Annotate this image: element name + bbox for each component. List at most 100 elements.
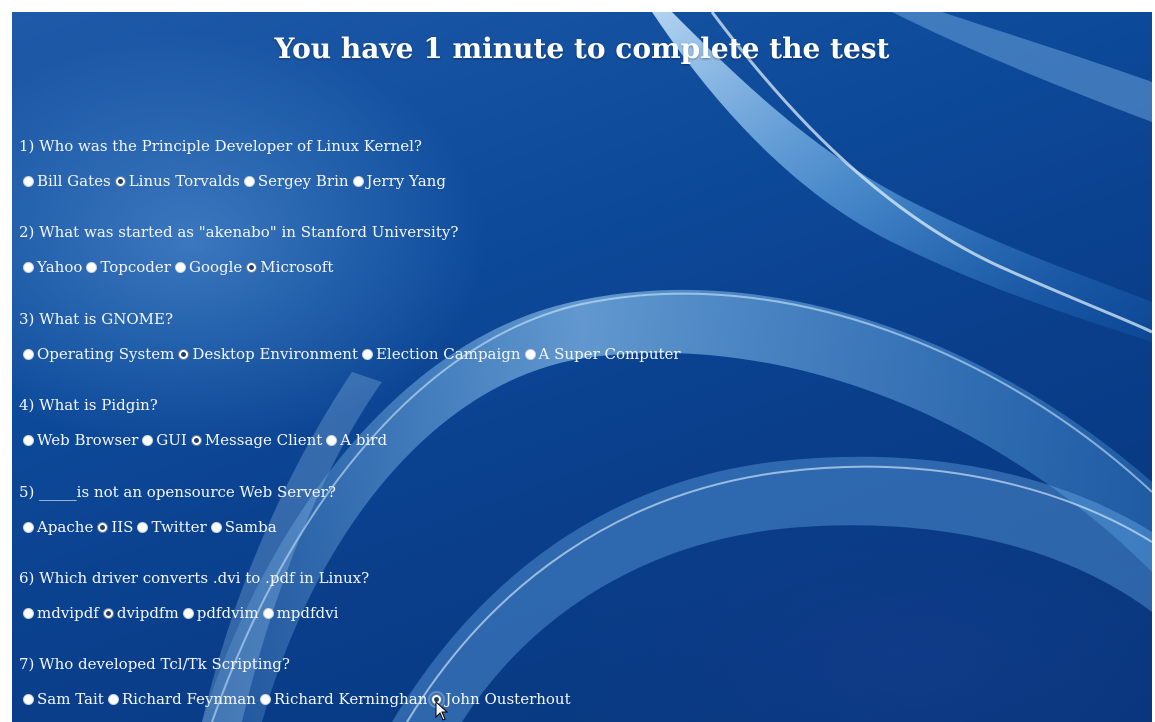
question-text: 2) What was started as "akenabo" in Stan…: [19, 223, 459, 241]
option-label: Election Campaign: [375, 345, 521, 363]
radio-button-icon[interactable]: [23, 348, 34, 360]
radio-button-icon[interactable]: [326, 434, 338, 446]
answer-options: Bill Gates Linus Torvalds Sergey Brin Je…: [19, 171, 1119, 191]
radio-button-icon[interactable]: [259, 693, 271, 705]
option-sam-tait[interactable]: Sam Tait: [19, 689, 104, 709]
option-label: pdfdvim: [196, 604, 259, 622]
option-dvipdfm[interactable]: dvipdfm: [99, 603, 179, 623]
radio-button-icon[interactable]: [178, 348, 190, 360]
option-label: Sam Tait: [37, 690, 104, 708]
radio-button-icon[interactable]: [107, 693, 119, 705]
answer-options: Operating System Desktop Environment Ele…: [19, 344, 1119, 364]
radio-button-icon[interactable]: [182, 607, 194, 619]
option-election-campaign[interactable]: Election Campaign: [358, 344, 521, 364]
radio-button-icon[interactable]: [23, 434, 34, 446]
option-label: Google: [188, 258, 243, 276]
question-text: 5) _____is not an opensource Web Server?: [19, 483, 336, 501]
option-richard-feynman[interactable]: Richard Feynman: [104, 689, 256, 709]
radio-button-icon[interactable]: [102, 607, 114, 619]
question-5: 5) _____is not an opensource Web Server?…: [19, 482, 1119, 537]
option-mpdfdvi[interactable]: mpdfdvi: [259, 603, 339, 623]
radio-button-icon[interactable]: [246, 261, 258, 273]
option-label: Microsoft: [260, 258, 334, 276]
answer-options: mdvipdf dvipdfm pdfdvim mpdfdvi: [19, 603, 1119, 623]
question-7: 7) Who developed Tcl/Tk Scripting? Sam T…: [19, 654, 1119, 709]
option-label: mdvipdf: [37, 604, 99, 622]
option-label: Richard Kerninghan: [273, 690, 428, 708]
question-6: 6) Which driver converts .dvi to .pdf in…: [19, 568, 1119, 623]
answer-options: Sam Tait Richard Feynman Richard Kerning…: [19, 689, 1119, 709]
option-label: Richard Feynman: [121, 690, 256, 708]
option-label: Operating System: [37, 345, 175, 363]
radio-button-icon[interactable]: [142, 434, 154, 446]
option-label: Sergey Brin: [257, 172, 349, 190]
option-desktop-environment[interactable]: Desktop Environment: [174, 344, 358, 364]
option-label: Samba: [224, 518, 277, 536]
option-operating-system[interactable]: Operating System: [19, 344, 174, 364]
radio-button-icon[interactable]: [23, 175, 34, 187]
radio-button-icon[interactable]: [137, 521, 149, 533]
radio-button-icon[interactable]: [23, 521, 34, 533]
quiz-content: You have 1 minute to complete the test 1…: [12, 12, 1152, 722]
option-label: A Super Computer: [538, 345, 681, 363]
option-mdvipdf[interactable]: mdvipdf: [19, 603, 99, 623]
question-text: 7) Who developed Tcl/Tk Scripting?: [19, 655, 290, 673]
option-richard-kerninghan[interactable]: Richard Kerninghan: [256, 689, 427, 709]
answer-options: Yahoo Topcoder Google Microsoft: [19, 257, 1119, 277]
option-bill-gates[interactable]: Bill Gates: [19, 171, 111, 191]
radio-button-icon[interactable]: [174, 261, 186, 273]
question-4: 4) What is Pidgin? Web Browser GUI Messa…: [19, 395, 1119, 450]
option-label: A bird: [340, 431, 388, 449]
option-yahoo[interactable]: Yahoo: [19, 257, 82, 277]
radio-button-icon[interactable]: [243, 175, 255, 187]
option-label: mpdfdvi: [276, 604, 339, 622]
option-apache[interactable]: Apache: [19, 517, 93, 537]
radio-button-icon[interactable]: [262, 607, 274, 619]
radio-button-icon[interactable]: [23, 261, 34, 273]
option-topcoder[interactable]: Topcoder: [82, 257, 171, 277]
radio-button-icon[interactable]: [114, 175, 126, 187]
option-a-bird[interactable]: A bird: [322, 430, 387, 450]
option-label: dvipdfm: [116, 604, 179, 622]
radio-button-icon[interactable]: [361, 348, 373, 360]
quiz-page: You have 1 minute to complete the test 1…: [12, 12, 1152, 722]
option-samba[interactable]: Samba: [207, 517, 277, 537]
option-sergey-brin[interactable]: Sergey Brin: [240, 171, 349, 191]
option-web-browser[interactable]: Web Browser: [19, 430, 138, 450]
option-linus-torvalds[interactable]: Linus Torvalds: [111, 171, 240, 191]
radio-button-icon[interactable]: [352, 175, 364, 187]
option-label: Desktop Environment: [192, 345, 358, 363]
question-3: 3) What is GNOME? Operating System Deskt…: [19, 309, 1119, 364]
radio-button-icon[interactable]: [86, 261, 98, 273]
option-twitter[interactable]: Twitter: [133, 517, 207, 537]
option-pdfdvim[interactable]: pdfdvim: [179, 603, 259, 623]
radio-button-icon[interactable]: [97, 521, 109, 533]
option-label: Jerry Yang: [366, 172, 446, 190]
radio-button-icon[interactable]: [23, 693, 34, 705]
option-super-computer[interactable]: A Super Computer: [521, 344, 681, 364]
option-label: Web Browser: [37, 431, 139, 449]
question-text: 1) Who was the Principle Developer of Li…: [19, 137, 422, 155]
option-iis[interactable]: IIS: [93, 517, 133, 537]
option-google[interactable]: Google: [171, 257, 242, 277]
question-text: 6) Which driver converts .dvi to .pdf in…: [19, 569, 370, 587]
question-text: 4) What is Pidgin?: [19, 396, 158, 414]
answer-options: Web Browser GUI Message Client A bird: [19, 430, 1119, 450]
radio-button-icon[interactable]: [23, 607, 34, 619]
option-label: John Ousterhout: [445, 690, 571, 708]
option-gui[interactable]: GUI: [138, 430, 187, 450]
option-label: Linus Torvalds: [128, 172, 240, 190]
radio-button-icon[interactable]: [190, 434, 202, 446]
option-label: Yahoo: [37, 258, 83, 276]
option-message-client[interactable]: Message Client: [187, 430, 322, 450]
option-microsoft[interactable]: Microsoft: [242, 257, 333, 277]
option-jerry-yang[interactable]: Jerry Yang: [349, 171, 446, 191]
radio-button-icon[interactable]: [210, 521, 222, 533]
option-label: Twitter: [151, 518, 207, 536]
option-label: Bill Gates: [37, 172, 111, 190]
option-label: GUI: [156, 431, 187, 449]
option-label: IIS: [111, 518, 134, 536]
question-text: 3) What is GNOME?: [19, 310, 173, 328]
question-2: 2) What was started as "akenabo" in Stan…: [19, 222, 1119, 277]
radio-button-icon[interactable]: [524, 348, 536, 360]
